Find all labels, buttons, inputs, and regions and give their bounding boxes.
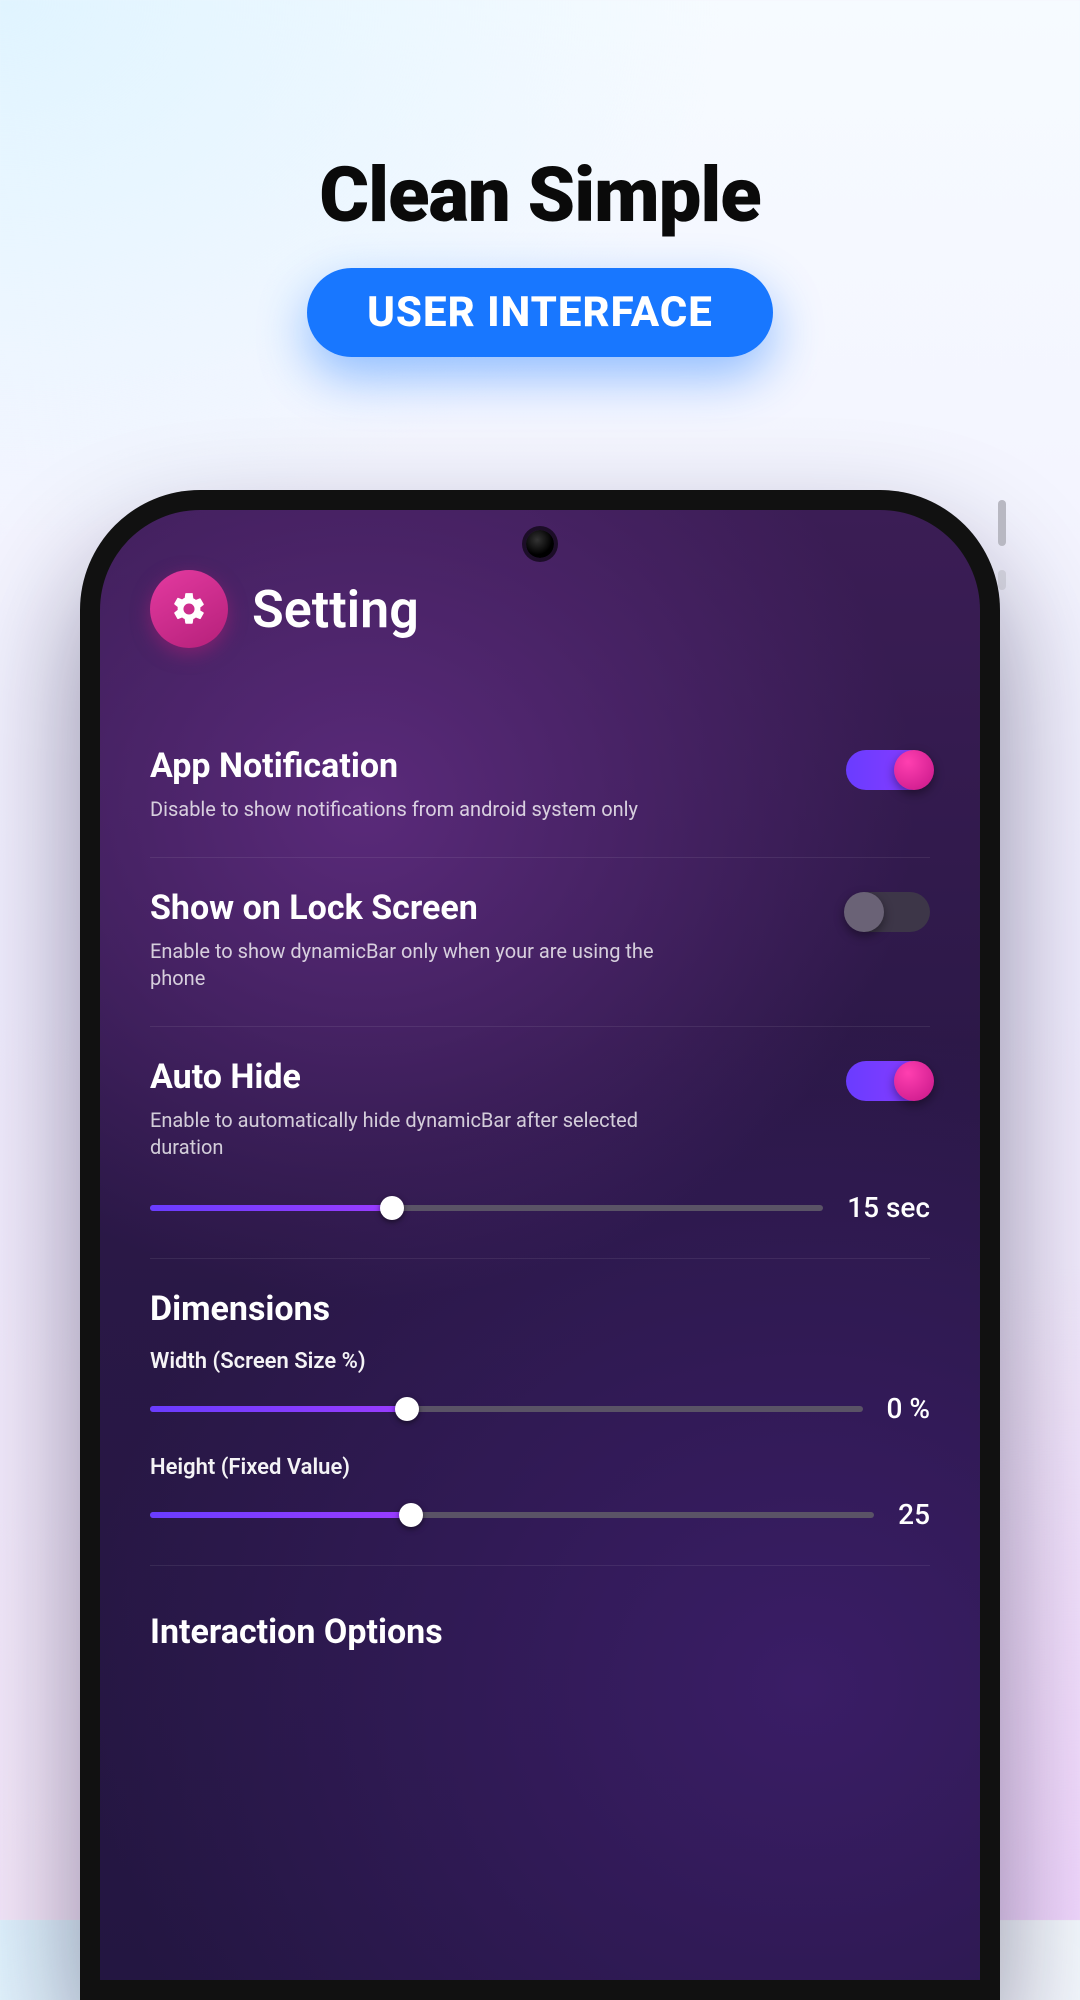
front-camera bbox=[526, 530, 554, 558]
lock-screen-toggle[interactable] bbox=[846, 892, 930, 932]
auto-hide-toggle[interactable] bbox=[846, 1061, 930, 1101]
hero-title: Clean Simple bbox=[0, 150, 1080, 240]
lock-screen-sub: Enable to show dynamicBar only when your… bbox=[150, 938, 670, 992]
slider-fill bbox=[150, 1205, 392, 1211]
slider-thumb[interactable] bbox=[395, 1397, 419, 1421]
section-lock-screen: Show on Lock Screen Enable to show dynam… bbox=[150, 858, 930, 1027]
width-slider[interactable] bbox=[150, 1406, 863, 1412]
auto-hide-slider[interactable] bbox=[150, 1205, 823, 1211]
slider-thumb[interactable] bbox=[399, 1503, 423, 1527]
gear-icon bbox=[150, 570, 228, 648]
hero-pill: USER INTERFACE bbox=[307, 268, 773, 357]
width-value: 0 % bbox=[887, 1392, 931, 1425]
lock-screen-title: Show on Lock Screen bbox=[150, 888, 822, 928]
app-notification-toggle[interactable] bbox=[846, 750, 930, 790]
section-app-notification: App Notification Disable to show notific… bbox=[150, 716, 930, 858]
toggle-knob bbox=[894, 750, 934, 790]
settings-content: App Notification Disable to show notific… bbox=[100, 676, 980, 1652]
width-label: Width (Screen Size %) bbox=[150, 1349, 930, 1374]
section-dimensions: Dimensions Width (Screen Size %) 0 % Hei… bbox=[150, 1259, 930, 1566]
toggle-knob bbox=[844, 892, 884, 932]
auto-hide-sub: Enable to automatically hide dynamicBar … bbox=[150, 1107, 670, 1161]
height-value: 25 bbox=[898, 1498, 930, 1531]
interaction-title: Interaction Options bbox=[150, 1566, 930, 1652]
auto-hide-title: Auto Hide bbox=[150, 1057, 822, 1097]
toggle-knob bbox=[894, 1061, 934, 1101]
slider-fill bbox=[150, 1406, 407, 1412]
slider-thumb[interactable] bbox=[380, 1196, 404, 1220]
app-notification-sub: Disable to show notifications from andro… bbox=[150, 796, 670, 823]
section-auto-hide: Auto Hide Enable to automatically hide d… bbox=[150, 1027, 930, 1259]
app-notification-title: App Notification bbox=[150, 746, 822, 786]
slider-fill bbox=[150, 1512, 411, 1518]
hero-banner: Clean Simple USER INTERFACE bbox=[0, 150, 1080, 357]
height-slider[interactable] bbox=[150, 1512, 874, 1518]
auto-hide-value: 15 sec bbox=[847, 1191, 930, 1224]
dimensions-title: Dimensions bbox=[150, 1289, 930, 1329]
height-label: Height (Fixed Value) bbox=[150, 1455, 930, 1480]
page-title: Setting bbox=[252, 579, 419, 640]
phone-screen: Setting App Notification Disable to show… bbox=[100, 510, 980, 1980]
phone-frame: Setting App Notification Disable to show… bbox=[80, 490, 1000, 2000]
